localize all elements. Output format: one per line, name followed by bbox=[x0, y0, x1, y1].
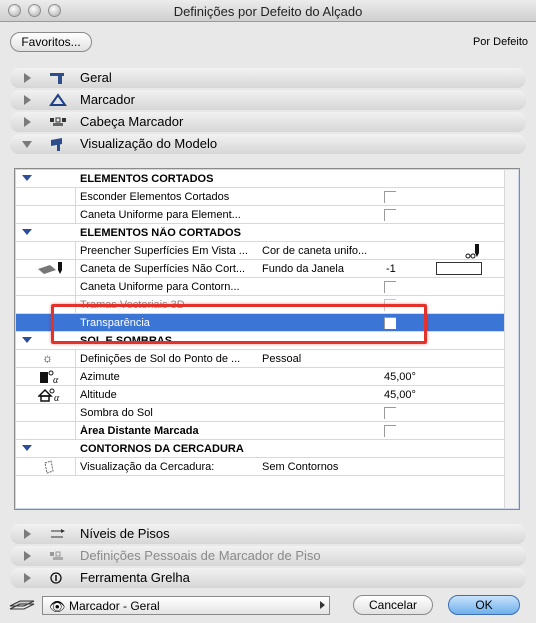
svg-text:α: α bbox=[54, 393, 60, 402]
vertical-scrollbar[interactable] bbox=[504, 170, 518, 508]
disclosure-triangle-icon[interactable] bbox=[24, 117, 31, 127]
group-collapse-icon[interactable] bbox=[22, 175, 32, 181]
marker-triangle-icon bbox=[49, 93, 67, 106]
disclosure-triangle-icon[interactable] bbox=[24, 95, 31, 105]
model-display-icon bbox=[51, 138, 62, 151]
boundary-display-icon bbox=[44, 460, 54, 474]
svg-text:α: α bbox=[53, 375, 59, 384]
marker-head-icon bbox=[50, 117, 66, 126]
section-visualizacao-modelo[interactable]: Visualização do Modelo bbox=[10, 134, 526, 154]
disclosure-triangle-icon[interactable] bbox=[24, 551, 31, 561]
disclosure-triangle-icon[interactable] bbox=[24, 573, 31, 583]
section-label: Níveis de Pisos bbox=[80, 526, 170, 541]
group-collapse-icon[interactable] bbox=[22, 229, 32, 235]
ok-button[interactable]: OK bbox=[448, 595, 520, 615]
altitude-icon: α bbox=[38, 388, 60, 402]
favorites-button[interactable]: Favoritos... bbox=[10, 32, 92, 52]
sun-shadow-checkbox[interactable] bbox=[384, 407, 396, 419]
dialog-footer: 👁 Marcador - Geral Cancelar OK bbox=[0, 584, 536, 623]
section-cabeca-marcador[interactable]: Cabeça Marcador bbox=[10, 112, 526, 132]
row-uniform-contour[interactable]: Caneta Uniforme para Contorn... bbox=[16, 278, 504, 296]
section-label: Definições Pessoais de Marcador de Piso bbox=[80, 548, 321, 563]
uniform-pen-cut-checkbox[interactable] bbox=[384, 209, 396, 221]
cancel-button[interactable]: Cancelar bbox=[353, 595, 433, 615]
row-uniform-pen-cut[interactable]: Caneta Uniforme para Element... bbox=[16, 206, 504, 224]
section-niveis-pisos[interactable]: Níveis de Pisos bbox=[10, 524, 526, 544]
uniform-contour-checkbox[interactable] bbox=[384, 281, 396, 293]
group-row-uncut[interactable]: ELEMENTOS NÃO CORTADOS bbox=[16, 224, 504, 242]
hide-cut-checkbox[interactable] bbox=[384, 191, 396, 203]
row-sun-shadow[interactable]: Sombra do Sol bbox=[16, 404, 504, 422]
window-titlebar: Definições por Defeito do Alçado bbox=[0, 0, 536, 22]
window-title: Definições por Defeito do Alçado bbox=[173, 4, 363, 19]
section-geral[interactable]: Geral bbox=[10, 68, 526, 88]
group-row-cut[interactable]: ELEMENTOS CORTADOS bbox=[16, 170, 504, 188]
section-label: Geral bbox=[80, 70, 112, 85]
section-label: Cabeça Marcador bbox=[80, 114, 184, 129]
pen-picker-icon[interactable] bbox=[464, 243, 482, 259]
marked-distant-checkbox[interactable] bbox=[384, 425, 396, 437]
row-boundary-display[interactable]: Visualização da Cercadura: Sem Contornos bbox=[16, 458, 504, 476]
azimuth-icon: α bbox=[40, 370, 59, 384]
group-collapse-icon[interactable] bbox=[22, 337, 32, 343]
row-uncut-pen[interactable]: Caneta de Superfícies Não Cort... Fundo … bbox=[16, 260, 504, 278]
layer-icon bbox=[9, 600, 35, 610]
color-swatch[interactable] bbox=[436, 262, 482, 275]
dialog-content: Favoritos... Por Defeito Geral Marcador … bbox=[0, 22, 536, 623]
disclosure-triangle-icon[interactable] bbox=[24, 73, 31, 83]
section-marcador[interactable]: Marcador bbox=[10, 90, 526, 110]
row-sun-settings[interactable]: ☼ Definições de Sol do Ponto de ... Pess… bbox=[16, 350, 504, 368]
row-marked-distant[interactable]: Área Distante Marcada bbox=[16, 422, 504, 440]
section-label: Ferramenta Grelha bbox=[80, 570, 190, 585]
group-row-boundary[interactable]: CONTORNOS DA CERCADURA bbox=[16, 440, 504, 458]
disclosure-triangle-icon[interactable] bbox=[24, 529, 31, 539]
group-collapse-icon[interactable] bbox=[22, 445, 32, 451]
story-levels-icon bbox=[51, 529, 65, 538]
disclosure-triangle-open-icon[interactable] bbox=[22, 141, 32, 148]
section-definicoes-marcador-piso[interactable]: Definições Pessoais de Marcador de Piso bbox=[10, 546, 526, 566]
row-hide-cut[interactable]: Esconder Elementos Cortados bbox=[16, 188, 504, 206]
section-label: Visualização do Modelo bbox=[80, 136, 218, 151]
story-marker-icon bbox=[50, 551, 63, 560]
eye-icon: 👁 bbox=[49, 599, 66, 614]
elevation-icon bbox=[50, 73, 64, 84]
chevron-right-icon bbox=[320, 601, 325, 609]
surface-pen-icon bbox=[38, 262, 62, 274]
sun-icon: ☼ bbox=[42, 351, 53, 365]
section-label: Marcador bbox=[80, 92, 135, 107]
defaults-label: Por Defeito bbox=[472, 36, 528, 48]
highlight-box bbox=[51, 304, 427, 344]
row-fill-surfaces[interactable]: Preencher Superfícies Em Vista ... Cor d… bbox=[16, 242, 504, 260]
layer-select[interactable]: 👁 Marcador - Geral bbox=[42, 596, 330, 615]
row-azimuth[interactable]: α Azimute 45,00° bbox=[16, 368, 504, 386]
row-altitude[interactable]: α Altitude 45,00° bbox=[16, 386, 504, 404]
